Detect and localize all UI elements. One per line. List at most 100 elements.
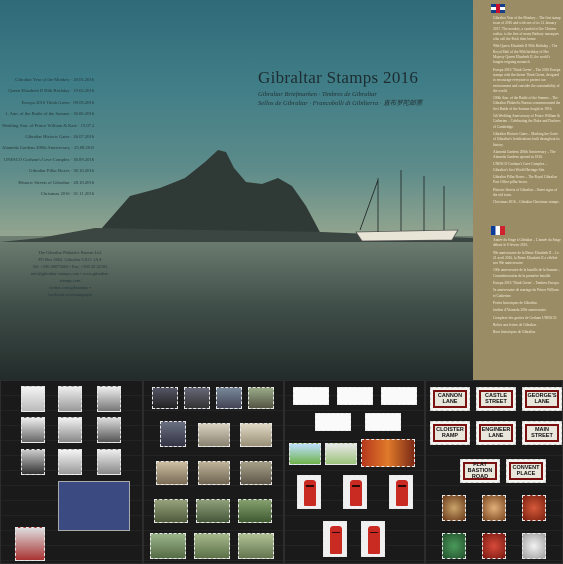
street-sign-stamp: CANNON LANE — [430, 387, 470, 411]
gate-stamp — [240, 423, 272, 447]
info-paragraph: Europa 2016 'Think Green' – The 2016 Eur… — [493, 67, 561, 93]
royal-portrait-stamp — [97, 449, 121, 475]
unesco-cave-stamp — [325, 443, 357, 465]
issue-item: Christmas 2016 · 01.11.2016 — [40, 191, 94, 197]
info-paragraph: Gibraltar Pillar Boxes – The Royal Gibra… — [493, 175, 558, 185]
pillar-box-stamp — [389, 475, 413, 509]
europa-stamp — [315, 413, 351, 431]
pillar-box-stamp — [361, 521, 385, 557]
christmas-stamp — [522, 495, 546, 521]
info-paragraph: Complexe des grottes de Gorham UNESCO. — [493, 315, 558, 320]
garden-stamp — [154, 499, 188, 523]
gate-stamp — [160, 421, 186, 447]
europa-stamp — [365, 413, 401, 431]
street-sign: CASTLE STREET — [479, 390, 513, 408]
stock-sheet-pillar-boxes — [284, 380, 425, 564]
info-paragraph: 90e anniversaire de la Reine Elizabeth I… — [493, 250, 559, 266]
info-paragraph: Année du Singe à Gibraltar – L'année du … — [493, 238, 561, 248]
royal-portrait-stamp — [97, 417, 121, 443]
unesco-cave-stamp — [289, 443, 321, 465]
cover-title: Gibraltar Stamps 2016 — [258, 68, 419, 87]
info-paragraph: Christmas 2016 – Gibraltar Christmas sta… — [493, 200, 560, 205]
sailing-ship — [355, 170, 459, 242]
royal-portrait-stamp — [21, 386, 45, 412]
gate-stamp — [198, 423, 230, 447]
info-paragraph: 5th Wedding Anniversary of Prince Willia… — [493, 114, 561, 129]
info-paragraph: Alameda Gardens 200th Anniversary – The … — [493, 149, 556, 160]
somme-stamp — [152, 387, 178, 409]
info-paragraph: Jardins d'Alameda 200e anniversaire. — [493, 308, 547, 313]
issue-item: 1. Ann. of the Battle of the Somme · 30.… — [5, 111, 94, 117]
royal-portrait-stamp — [21, 417, 45, 443]
street-sign: FLAT BASTION ROAD — [463, 462, 497, 480]
french-text: Année du Singe à Gibraltar – L'année du … — [493, 238, 561, 337]
somme-stamp — [184, 387, 210, 409]
address-line: twitter.com/gibstamps • facebook.com/sta… — [48, 285, 92, 297]
stock-sheet-gates — [143, 380, 284, 564]
pillar-box-stamp — [297, 475, 321, 509]
garden-stamp — [238, 499, 272, 523]
christmas-stamp — [442, 495, 466, 521]
street-sign-stamp: CLOISTER RAMP — [430, 421, 470, 445]
christmas-stamp — [482, 533, 506, 559]
address-line: PO Box 5662, Gibraltar GX11 1AA — [38, 257, 102, 262]
christmas-stamp — [482, 495, 506, 521]
royal-portrait-stamp — [15, 527, 45, 561]
info-paragraph: 5e anniversaire de mariage du Prince Wil… — [493, 288, 559, 298]
issue-item: Gibraltar Historic Gates · 26.07.2016 — [25, 134, 94, 140]
stock-sheet-streets: CANNON LANE CASTLE STREET GEORGE'S LANE … — [425, 380, 563, 564]
garden-stamp — [150, 533, 186, 559]
royal-portrait-stamp — [58, 417, 82, 443]
somme-stamp — [216, 387, 242, 409]
street-sign-stamp: CONVENT PLACE — [506, 459, 546, 483]
street-sign: CONVENT PLACE — [509, 462, 543, 480]
rock-of-gibraltar — [95, 150, 322, 236]
street-sign: CLOISTER RAMP — [433, 424, 467, 442]
garden-stamp — [196, 499, 230, 523]
issue-item: Europa 2016 Think Green · 09.05.2016 — [21, 99, 94, 105]
address-line: Tel: +350 20075662 • Fax: +350 20 42182 — [32, 264, 108, 269]
issue-item: Wedding Ann. of Prince William & Kate · … — [2, 122, 94, 128]
garden-stamp — [238, 533, 274, 559]
english-text: Gibraltar Year of the Monkey – The first… — [493, 16, 561, 208]
royal-portrait-stamp — [97, 386, 121, 412]
info-paragraph: Boîtes aux lettres de Gibraltar. — [493, 322, 537, 327]
info-paragraph: Gibraltar Historic Gates – Marking the G… — [493, 131, 560, 147]
issue-list: Gibraltar Year of the Monkey · 20.01.201… — [2, 74, 94, 199]
info-paragraph: 90th Queen Elizabeth II 90th Birthday – … — [493, 44, 558, 65]
street-sign-stamp: MAIN STREET — [522, 421, 562, 445]
gate-stamp — [156, 461, 188, 485]
street-sign-stamp: GEORGE'S LANE — [522, 387, 562, 411]
subtitle-line: Sellos de Gibraltar · Francobolli di Gib… — [258, 100, 423, 107]
issue-item: Historic Streets of Gibraltar · 28.10.20… — [18, 179, 94, 185]
bureau-address: The Gibraltar Philatelic Bureau Ltd. PO … — [30, 249, 110, 298]
issue-item: Gibraltar Year of the Monkey · 20.01.201… — [15, 77, 94, 82]
unesco-cave-stamp — [361, 439, 415, 467]
info-paragraph: Rues historiques de Gibraltar. — [493, 330, 536, 335]
europa-stamp — [381, 387, 417, 405]
folder-cover: Gibraltar Year of the Monkey · 20.01.201… — [0, 0, 473, 380]
address-line: info@gibraltar-stamps.com • www.gibralta… — [30, 271, 110, 283]
royal-portrait-stamp — [21, 449, 45, 475]
info-paragraph: UNESCO Gorham's Cave Complex – Gibraltar… — [493, 162, 548, 172]
royal-portrait-stamp — [58, 386, 82, 412]
royal-wedding-souvenir-sheet — [58, 481, 130, 531]
street-sign: GEORGE'S LANE — [525, 390, 559, 408]
issue-item: Queen Elizabeth II 90th Birthday · 19.02… — [8, 88, 94, 94]
info-paragraph: Gibraltar Year of the Monkey – The first… — [493, 16, 561, 42]
royal-portrait-stamp — [58, 449, 82, 475]
info-paragraph: Historic Streets of Gibraltar – Street s… — [493, 187, 558, 197]
garden-stamp — [194, 533, 230, 559]
cover-subtitle: Gibraltar Briefmarken · Timbres de Gibra… — [258, 90, 458, 108]
info-panel: Gibraltar Year of the Monkey – The first… — [473, 0, 563, 380]
street-sign: CANNON LANE — [433, 390, 467, 408]
somme-stamp — [248, 387, 274, 409]
info-paragraph: 100th Ann. of the Battle of the Somme – … — [493, 96, 561, 111]
gate-stamp — [240, 461, 272, 485]
christmas-stamp — [522, 533, 546, 559]
issue-item: UNESCO Gorham's Cave Complex · 30.09.201… — [3, 156, 94, 162]
address-line: The Gibraltar Philatelic Bureau Ltd. — [38, 250, 102, 255]
issue-item: Gibraltar Pillar Boxes · 30.10.2016 — [29, 168, 94, 174]
stock-sheet-royal — [0, 380, 143, 564]
french-flag-icon — [491, 226, 505, 235]
